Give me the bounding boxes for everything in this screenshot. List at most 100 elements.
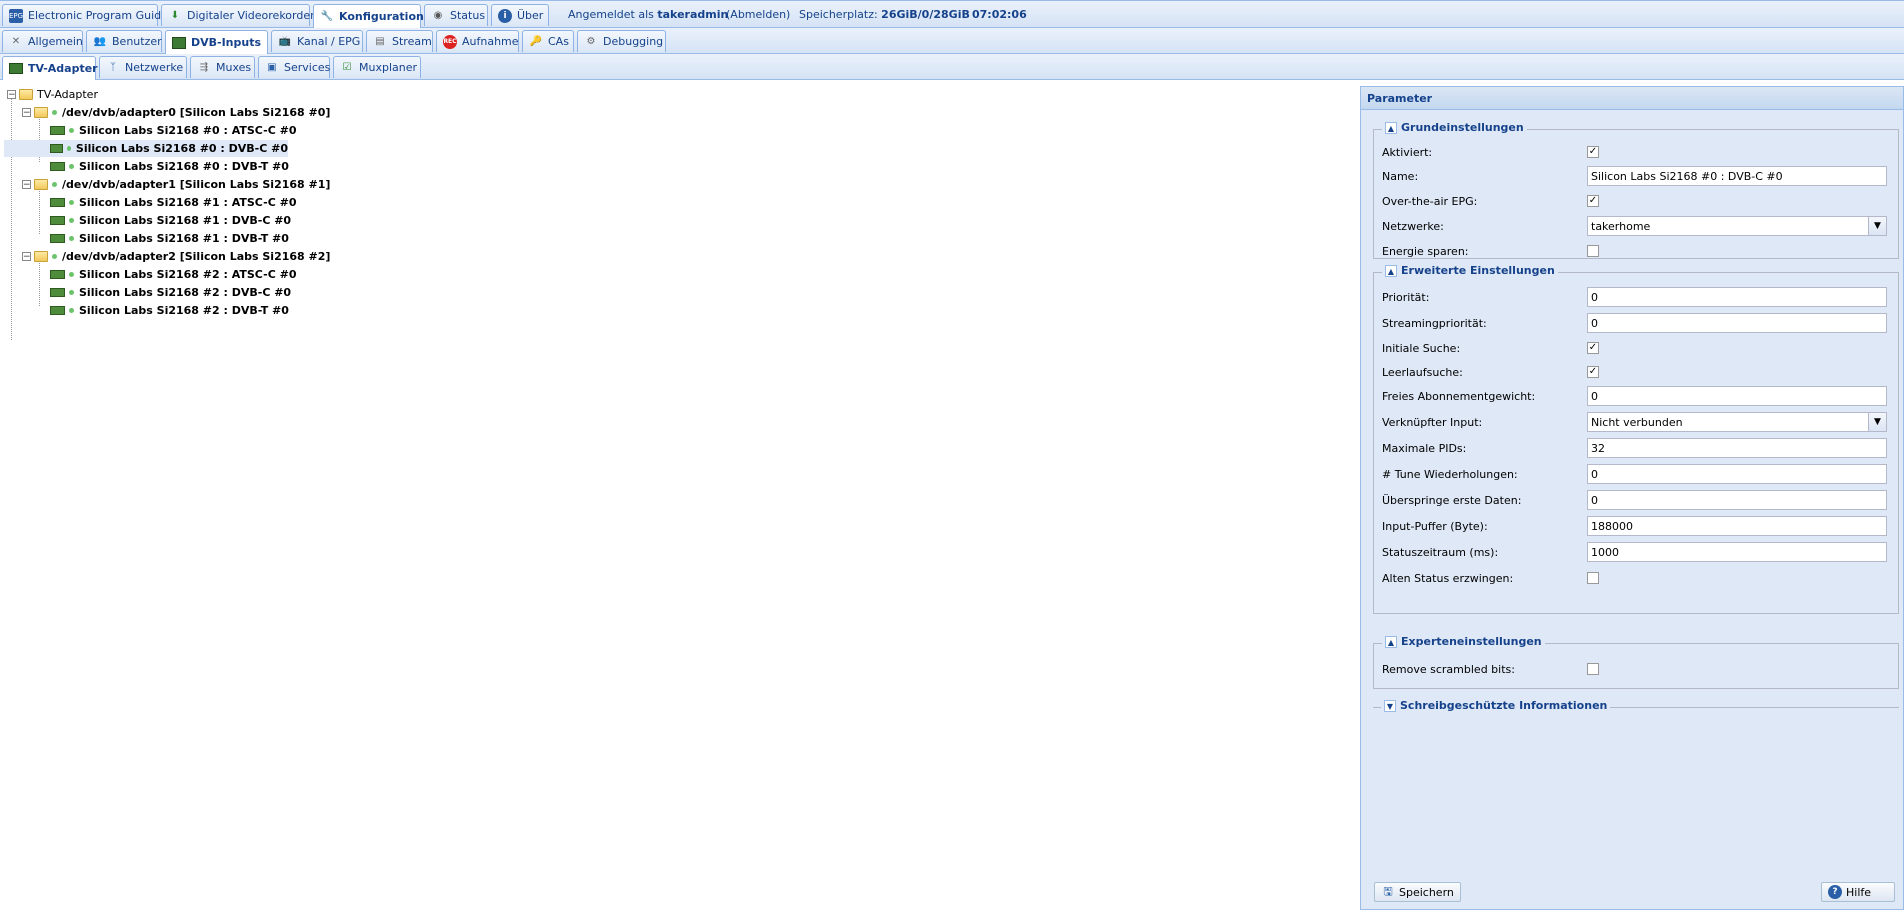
tab-muxplaner[interactable]: ☑ Muxplaner <box>333 56 421 78</box>
status-dot-icon <box>69 236 74 241</box>
tree-frontend[interactable]: Silicon Labs Si2168 #2 : ATSC-C #0 <box>50 266 296 283</box>
tab-services[interactable]: ▣ Services <box>258 56 330 78</box>
button-label: Speichern <box>1399 885 1454 899</box>
collapse-icon[interactable]: − <box>22 252 31 262</box>
leerlaufsuche-checkbox[interactable]: ✓ <box>1587 366 1599 378</box>
fieldset-legend[interactable]: ▲ Grundeinstellungen <box>1382 121 1527 134</box>
row-input-puffer: Input-Puffer (Byte): 188000 <box>1382 515 1892 537</box>
tab-kanal-epg[interactable]: 📺 Kanal / EPG <box>271 30 363 52</box>
row-ota-epg: Over-the-air EPG: ✓ <box>1382 190 1892 212</box>
initiale-suche-checkbox[interactable]: ✓ <box>1587 342 1599 354</box>
field-label: Freies Abonnementgewicht: <box>1382 389 1536 403</box>
ota-epg-checkbox[interactable]: ✓ <box>1587 195 1599 207</box>
save-button[interactable]: 🖫 Speichern <box>1374 882 1461 902</box>
tab-benutzer[interactable]: 👥 Benutzer <box>86 30 162 52</box>
tab-stream[interactable]: ▤ Stream <box>366 30 433 52</box>
prioritaet-field[interactable]: 0 <box>1587 287 1887 307</box>
help-button[interactable]: ? Hilfe <box>1821 882 1895 902</box>
tab-dvr[interactable]: ⬇ Digitaler Videorekorder <box>161 4 315 26</box>
field-label: Überspringe erste Daten: <box>1382 493 1522 507</box>
tab-status[interactable]: ◉ Status <box>424 4 488 26</box>
row-aktiviert: Aktiviert: ✓ <box>1382 141 1892 163</box>
folder-icon <box>19 89 33 100</box>
streamingprioritaet-field[interactable]: 0 <box>1587 313 1887 333</box>
tab-aufnahme[interactable]: REC Aufnahme <box>436 30 519 52</box>
aktiviert-checkbox[interactable]: ✓ <box>1587 146 1599 158</box>
tree-frontend[interactable]: Silicon Labs Si2168 #1 : DVB-C #0 <box>50 212 291 229</box>
tab-label: Debugging <box>603 35 664 48</box>
ueberspringe-field[interactable]: 0 <box>1587 490 1887 510</box>
tab-allgemein[interactable]: ✕ Allgemein <box>2 30 83 52</box>
dvb-tabbar: TV-Adapter ᛉ Netzwerke ⇶ Muxes ▣ Service… <box>0 54 1904 80</box>
row-scrambled: Remove scrambled bits: <box>1382 658 1892 680</box>
name-field[interactable]: Silicon Labs Si2168 #0 : DVB-C #0 <box>1587 166 1887 186</box>
tab-about[interactable]: i Über <box>491 4 549 26</box>
tree-frontend[interactable]: Silicon Labs Si2168 #1 : DVB-T #0 <box>50 230 289 247</box>
tab-cas[interactable]: 🔑 CAs <box>522 30 574 52</box>
storage-value: 26GiB/0/28GiB <box>881 8 970 21</box>
tree-frontend[interactable]: Silicon Labs Si2168 #0 : DVB-T #0 <box>50 158 289 175</box>
services-icon: ▣ <box>267 62 277 73</box>
alten-status-checkbox[interactable] <box>1587 572 1599 584</box>
tab-muxes[interactable]: ⇶ Muxes <box>190 56 255 78</box>
tree-frontend[interactable]: Silicon Labs Si2168 #2 : DVB-T #0 <box>50 302 289 319</box>
fieldset-legend[interactable]: ▲ Erweiterte Einstellungen <box>1382 264 1558 277</box>
tree-frontend[interactable]: Silicon Labs Si2168 #0 : ATSC-C #0 <box>50 122 296 139</box>
collapse-icon[interactable]: ▲ <box>1385 635 1397 648</box>
logout-link[interactable]: (Abmelden) <box>726 8 790 21</box>
legend-label: Experteneinstellungen <box>1401 635 1542 648</box>
collapse-icon[interactable]: − <box>22 108 31 118</box>
collapse-icon[interactable]: ▲ <box>1385 264 1397 277</box>
tree-frontend[interactable]: Silicon Labs Si2168 #2 : DVB-C #0 <box>50 284 291 301</box>
energie-checkbox[interactable] <box>1587 245 1599 257</box>
tab-konfiguration[interactable]: 🔧 Konfiguration <box>313 4 424 28</box>
abonnementgewicht-field[interactable]: 0 <box>1587 386 1887 406</box>
row-energie: Energie sparen: <box>1382 240 1892 262</box>
tab-epg[interactable]: EPG Electronic Program Guide <box>2 4 168 26</box>
field-label: Leerlaufsuche: <box>1382 365 1463 379</box>
tree-adapter[interactable]: − /dev/dvb/adapter0 [Silicon Labs Si2168… <box>22 104 330 121</box>
field-label: Maximale PIDs: <box>1382 441 1467 455</box>
status-dot-icon <box>69 218 74 223</box>
tree-adapter[interactable]: − /dev/dvb/adapter1 [Silicon Labs Si2168… <box>22 176 330 193</box>
key-icon: 🔑 <box>529 36 543 47</box>
fieldset-basic: ▲ Grundeinstellungen Aktiviert: ✓ Name: … <box>1373 121 1899 262</box>
tab-label: Konfiguration <box>339 10 424 23</box>
netzwerke-select[interactable]: takerhome ▼ <box>1587 216 1887 236</box>
mux-icon: ⇶ <box>199 62 209 73</box>
row-maximale-pids: Maximale PIDs: 32 <box>1382 437 1892 459</box>
expand-icon[interactable]: ▼ <box>1384 699 1396 712</box>
fieldset-advanced: ▲ Erweiterte Einstellungen Priorität: 0 … <box>1373 264 1899 614</box>
verknuepfter-input-select[interactable]: Nicht verbunden ▼ <box>1587 412 1887 432</box>
collapse-icon[interactable]: ▲ <box>1385 121 1397 134</box>
status-dot-icon <box>69 164 74 169</box>
tab-label: CAs <box>548 35 569 48</box>
tab-netzwerke[interactable]: ᛉ Netzwerke <box>99 56 187 78</box>
tune-wiederholungen-field[interactable]: 0 <box>1587 464 1887 484</box>
dvb-icon <box>172 36 186 50</box>
field-label: Alten Status erzwingen: <box>1382 571 1514 585</box>
chevron-down-icon[interactable]: ▼ <box>1868 217 1886 235</box>
tab-tv-adapter[interactable]: TV-Adapter <box>2 56 98 80</box>
fieldset-legend[interactable]: ▼ Schreibgeschützte Informationen <box>1381 699 1611 712</box>
tree-adapter[interactable]: − /dev/dvb/adapter2 [Silicon Labs Si2168… <box>22 248 330 265</box>
tab-debugging[interactable]: ⚙ Debugging <box>577 30 666 52</box>
collapse-icon[interactable]: − <box>7 90 16 100</box>
tree-frontend-selected[interactable]: Silicon Labs Si2168 #0 : DVB-C #0 <box>4 140 288 157</box>
tab-dvb-inputs[interactable]: DVB-Inputs <box>165 30 268 54</box>
scrambled-checkbox[interactable] <box>1587 663 1599 675</box>
fieldset-legend[interactable]: ▲ Experteneinstellungen <box>1382 635 1545 648</box>
row-abonnementgewicht: Freies Abonnementgewicht: 0 <box>1382 385 1892 407</box>
tree-root[interactable]: − TV-Adapter <box>7 86 98 103</box>
statuszeitraum-field[interactable]: 1000 <box>1587 542 1887 562</box>
antenna-icon: ᛉ <box>110 62 116 73</box>
field-label: Input-Puffer (Byte): <box>1382 519 1488 533</box>
chevron-down-icon[interactable]: ▼ <box>1868 413 1886 431</box>
tree-frontend[interactable]: Silicon Labs Si2168 #1 : ATSC-C #0 <box>50 194 296 211</box>
collapse-icon[interactable]: − <box>22 180 31 190</box>
input-puffer-field[interactable]: 188000 <box>1587 516 1887 536</box>
tab-label: Über <box>517 9 544 22</box>
maximale-pids-field[interactable]: 32 <box>1587 438 1887 458</box>
storage-prefix: Speicherplatz: <box>799 8 878 21</box>
tree-adapter-label: /dev/dvb/adapter1 [Silicon Labs Si2168 #… <box>62 178 331 191</box>
